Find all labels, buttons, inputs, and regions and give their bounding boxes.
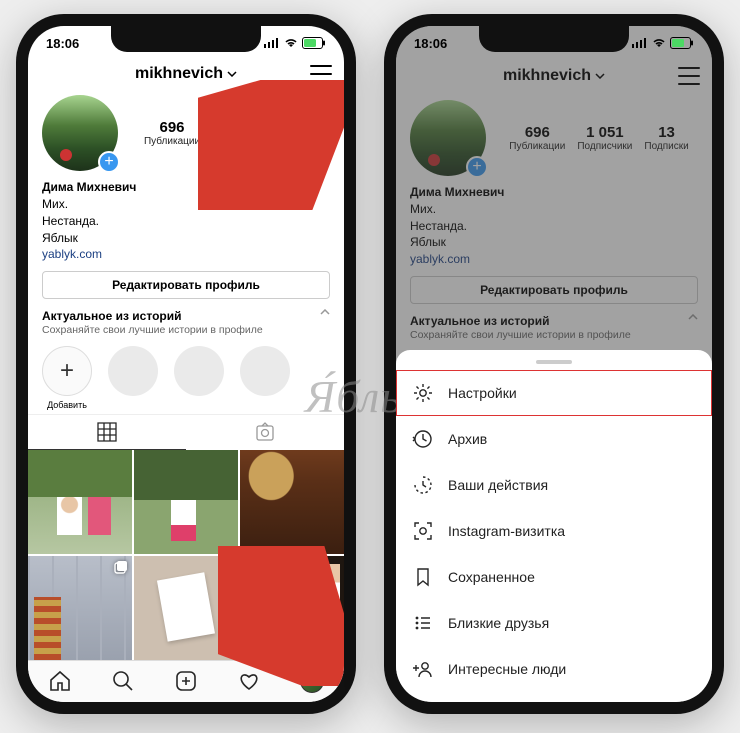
chevron-up-icon <box>320 309 330 315</box>
stat-followers[interactable]: 1 051 Подписчики <box>212 119 267 147</box>
profile-header: mikhnevich <box>28 56 344 91</box>
nav-profile-icon[interactable] <box>300 669 324 693</box>
menu-label: Ваши действия <box>448 477 548 493</box>
activity-icon <box>412 474 434 496</box>
menu-label: Близкие друзья <box>448 615 549 631</box>
wifi-icon <box>652 38 666 48</box>
bio-name: Дима Михневич <box>42 179 330 196</box>
menu-label: Настройки <box>448 385 517 401</box>
menu-settings[interactable]: Настройки <box>396 370 712 416</box>
profile-tabs <box>28 414 344 449</box>
highlight-placeholder <box>108 346 158 396</box>
menu-sheet: Настройки Архив Ваши действия Instagram-… <box>396 350 712 702</box>
wifi-icon <box>284 38 298 48</box>
add-story-button[interactable]: + <box>98 151 120 173</box>
highlights-row: + Добавить <box>28 340 344 414</box>
username-dropdown[interactable]: mikhnevich <box>135 65 237 83</box>
menu-archive[interactable]: Архив <box>396 416 712 462</box>
bottom-nav <box>28 660 344 702</box>
username-text: mikhnevich <box>135 65 223 83</box>
menu-label: Интересные люди <box>448 661 566 677</box>
tab-grid[interactable] <box>28 415 186 449</box>
nav-home-icon[interactable] <box>48 669 72 693</box>
battery-icon <box>302 37 326 49</box>
menu-discover-people[interactable]: Интересные люди <box>396 646 712 692</box>
chevron-down-icon <box>227 71 237 77</box>
edit-profile-button[interactable]: Редактировать профиль <box>42 271 330 299</box>
menu-nametag[interactable]: Instagram-визитка <box>396 508 712 554</box>
highlights-subtitle: Сохраняйте свои лучшие истории в профиле <box>42 324 263 336</box>
bio-link[interactable]: yablyk.com <box>42 246 330 263</box>
bio-line: Мих. <box>42 196 330 213</box>
status-time: 18:06 <box>46 36 79 51</box>
menu-close-friends[interactable]: Близкие друзья <box>396 600 712 646</box>
menu-activity[interactable]: Ваши действия <box>396 462 712 508</box>
post-thumbnail[interactable] <box>28 450 132 554</box>
status-time: 18:06 <box>414 36 447 51</box>
stat-posts[interactable]: 696 Публикации <box>144 119 200 147</box>
highlights-header[interactable]: Актуальное из историй Сохраняйте свои лу… <box>28 299 344 340</box>
add-highlight-button[interactable]: + Добавить <box>42 346 92 410</box>
menu-button[interactable] <box>310 65 332 83</box>
list-icon <box>412 612 434 634</box>
avatar[interactable]: + <box>42 95 118 171</box>
nav-add-icon[interactable] <box>174 669 198 693</box>
menu-label: Архив <box>448 431 487 447</box>
profile-stats: 696 Публикации 1 051 Подписчики 13 Пдпис… <box>132 119 330 147</box>
stat-following[interactable]: 13 Пдписки <box>279 119 318 147</box>
post-thumbnail[interactable] <box>240 556 344 660</box>
sheet-handle[interactable] <box>536 360 572 364</box>
device-frame-right: 18:06 mikhnevich <box>384 14 724 714</box>
gear-icon <box>412 382 434 404</box>
menu-label: Сохраненное <box>448 569 535 585</box>
add-people-icon <box>412 658 434 680</box>
post-thumbnail[interactable] <box>240 450 344 554</box>
profile-bio: Дима Михневич Мих. Нестанда. Яблык yably… <box>28 175 344 271</box>
highlight-placeholder <box>240 346 290 396</box>
bookmark-icon <box>412 566 434 588</box>
tab-tagged[interactable] <box>186 415 344 449</box>
bio-line: Нестанда. <box>42 213 330 230</box>
menu-label: Instagram-визитка <box>448 523 565 539</box>
post-thumbnail[interactable] <box>28 556 132 660</box>
highlight-placeholder <box>174 346 224 396</box>
menu-saved[interactable]: Сохраненное <box>396 554 712 600</box>
signal-icon <box>264 38 280 48</box>
nav-search-icon[interactable] <box>111 669 135 693</box>
screen-content: mikhnevich + 696 Публикации <box>28 56 344 702</box>
nav-activity-icon[interactable] <box>237 669 261 693</box>
device-frame-left: 18:06 mikhnevich <box>16 14 356 714</box>
archive-icon <box>412 428 434 450</box>
battery-icon <box>670 37 694 49</box>
nametag-icon <box>412 520 434 542</box>
device-notch <box>111 26 261 52</box>
bio-line: Яблык <box>42 230 330 247</box>
posts-grid <box>28 450 344 660</box>
carousel-icon <box>114 560 128 574</box>
highlights-title: Актуальное из историй <box>42 309 263 323</box>
device-notch <box>479 26 629 52</box>
signal-icon <box>632 38 648 48</box>
post-thumbnail[interactable] <box>134 450 238 554</box>
post-thumbnail[interactable] <box>134 556 238 660</box>
